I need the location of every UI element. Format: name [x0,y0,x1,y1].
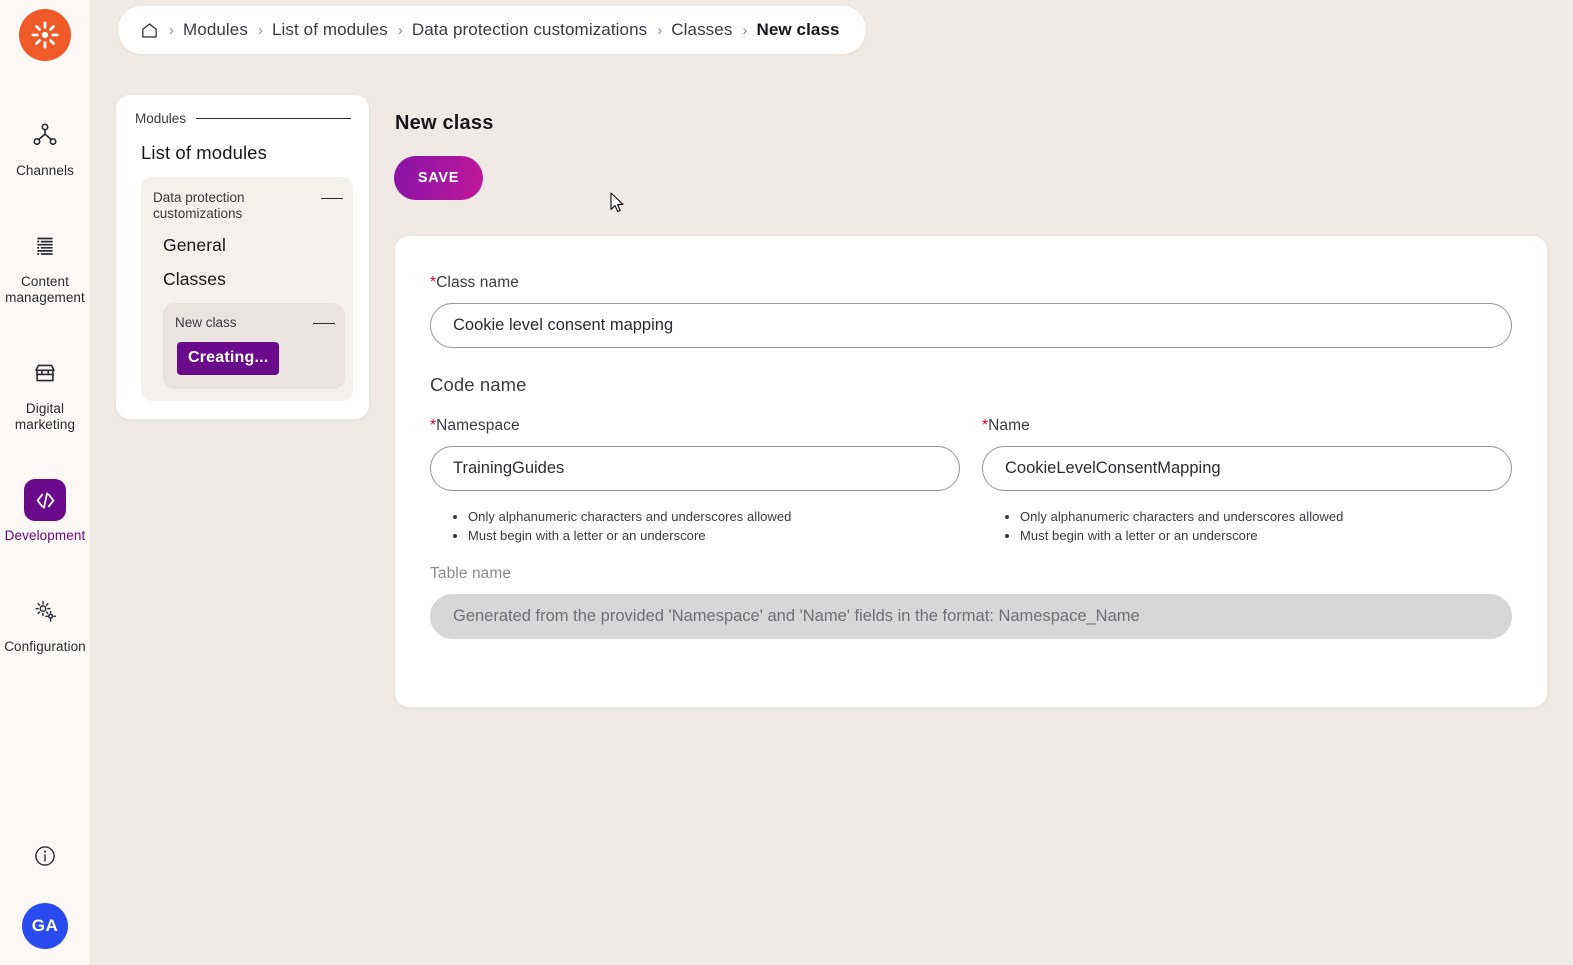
kentico-burst-logo[interactable] [19,9,71,61]
field-class-name: *Class name [430,274,1512,348]
nav-group-data-protection-customizations: Data protection customizations General C… [141,177,353,401]
hint-item: Only alphanumeric characters and undersc… [1020,507,1512,526]
sidebar-item-label: Content management [5,274,85,305]
nav-group-new-class: New class Creating... [163,303,345,389]
sidebar-item-development[interactable]: Development [0,470,90,553]
breadcrumb-separator: › [169,21,174,39]
nav-group-rule [321,198,343,199]
nav-item-list-of-modules[interactable]: List of modules [132,142,353,164]
breadcrumb-item-new-class: New class [756,20,840,39]
status-badge[interactable]: Creating... [177,342,280,375]
sidebar-item-content-management[interactable]: Content management [0,216,90,315]
field-name: *Name Only alphanumeric characters and u… [982,417,1512,545]
code-name-heading: Code name [430,374,527,395]
namespace-label: *Namespace [430,417,960,435]
class-form-card: *Class name Code name *Namespace Only al… [395,236,1547,707]
sidebar-item-label: Channels [16,163,74,178]
name-input[interactable] [982,446,1512,491]
name-label-text: Name [988,417,1030,434]
sidebar-item-label: Configuration [4,639,86,654]
rail-nav: Channels Content management Digital mark… [0,105,90,692]
breadcrumb-separator: › [397,21,403,39]
table-name-label: Table name [430,565,512,582]
breadcrumb-item-classes[interactable]: Classes [671,20,732,40]
nav-group-header[interactable]: Data protection customizations [153,190,343,222]
app-rail: Channels Content management Digital mark… [0,0,90,965]
sidebar-item-digital-marketing[interactable]: Digital marketing [0,343,90,442]
info-circle-icon[interactable] [32,843,58,869]
code-brackets-icon [24,479,66,521]
breadcrumb-item-modules[interactable]: Modules [183,20,248,40]
mouse-cursor [610,192,628,216]
nav-panel-header-label: Modules [135,111,187,126]
nav-group-label: Data protection customizations [153,190,245,221]
hint-item: Must begin with a letter or an underscor… [1020,526,1512,545]
nav-item-classes[interactable]: Classes [153,269,343,290]
field-table-name: Table name [430,565,1512,639]
nav-panel-header: Modules [132,111,353,126]
nav-group-rule [313,323,335,324]
name-hints: Only alphanumeric characters and undersc… [982,507,1512,545]
content-list-icon [24,225,66,267]
namespace-label-text: Namespace [436,417,520,434]
hint-item: Only alphanumeric characters and undersc… [468,507,960,526]
nav-group-header[interactable]: New class [175,315,335,331]
class-name-input[interactable] [430,303,1512,348]
nav-item-general[interactable]: General [153,235,343,256]
nav-panel-header-rule [196,118,351,119]
app-root: Channels Content management Digital mark… [0,0,1573,965]
save-button[interactable]: SAVE [394,156,483,200]
home-icon[interactable] [140,21,159,40]
hint-item: Must begin with a letter or an underscor… [468,526,960,545]
breadcrumb-separator: › [257,21,263,39]
breadcrumb: › Modules › List of modules › Data prote… [118,6,866,54]
avatar[interactable]: GA [22,903,68,949]
code-name-row: *Namespace Only alphanumeric characters … [430,417,1512,545]
breadcrumb-item-data-protection-customizations[interactable]: Data protection customizations [412,20,647,40]
table-name-input [430,594,1512,639]
class-name-label: *Class name [430,274,1512,292]
rail-bottom: GA [0,843,90,949]
nav-group-label: New class [175,315,237,330]
sidebar-item-label: Digital marketing [14,401,76,432]
breadcrumb-separator: › [742,21,748,39]
page-title: New class [395,112,494,135]
sidebar-item-channels[interactable]: Channels [0,105,90,188]
breadcrumb-item-list-of-modules[interactable]: List of modules [272,20,388,40]
namespace-hints: Only alphanumeric characters and undersc… [430,507,960,545]
channels-network-icon [24,114,66,156]
breadcrumb-separator: › [657,21,663,39]
secondary-nav-panel: Modules List of modules Data protection … [116,95,369,419]
name-label: *Name [982,417,1512,435]
namespace-input[interactable] [430,446,960,491]
field-namespace: *Namespace Only alphanumeric characters … [430,417,960,545]
class-name-label-text: Class name [436,274,519,291]
sidebar-item-configuration[interactable]: Configuration [0,581,90,664]
storefront-icon [24,352,66,394]
gears-icon [24,590,66,632]
sidebar-item-label: Development [4,528,86,543]
